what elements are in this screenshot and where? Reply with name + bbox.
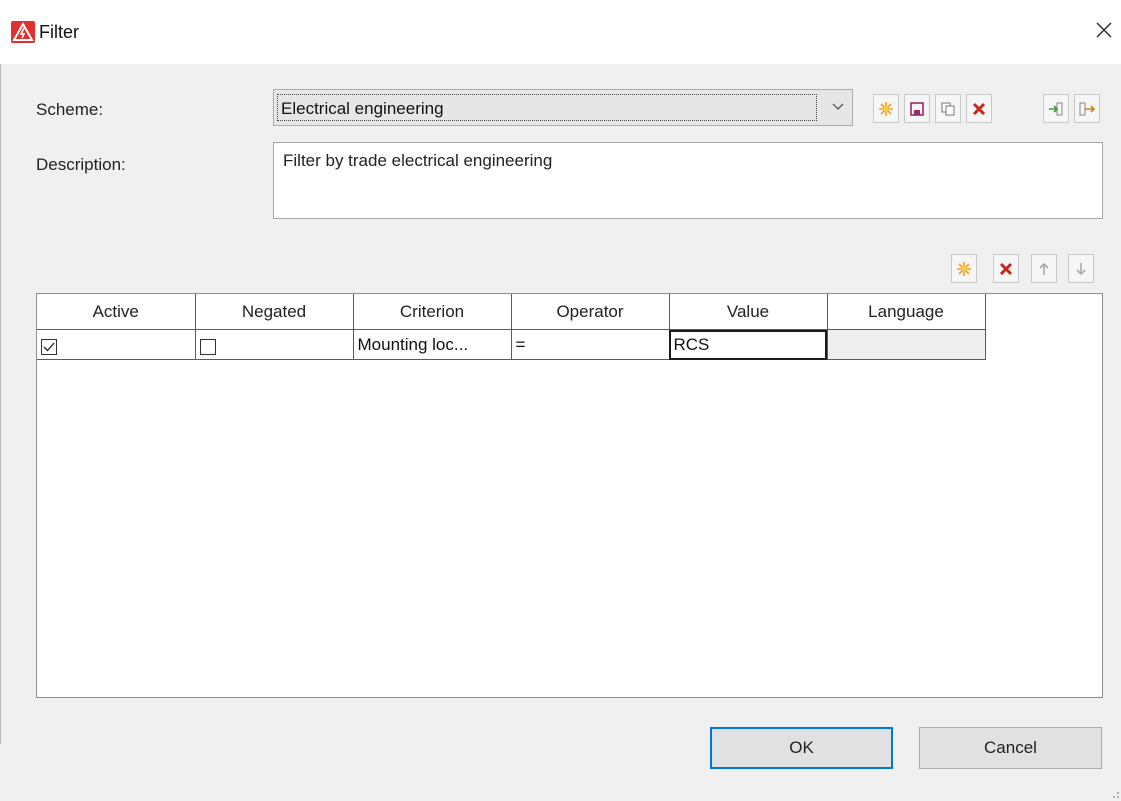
move-up-button[interactable] bbox=[1031, 254, 1057, 283]
criterion-cell[interactable]: Mounting loc... bbox=[353, 329, 512, 360]
description-field[interactable]: Filter by trade electrical engineering bbox=[273, 142, 1103, 219]
import-icon bbox=[1049, 102, 1063, 115]
description-label: Description: bbox=[36, 155, 126, 174]
active-checkbox[interactable] bbox=[41, 338, 57, 355]
description-text: Filter by trade electrical engineering bbox=[283, 151, 553, 170]
new-icon bbox=[879, 101, 893, 116]
delete-scheme-button[interactable] bbox=[966, 94, 992, 123]
export-icon bbox=[1079, 102, 1095, 115]
scheme-selected-value: Electrical engineering bbox=[277, 94, 817, 121]
negated-checkbox[interactable] bbox=[199, 338, 216, 355]
checkmark-icon bbox=[43, 342, 55, 351]
grid-header-row: Active Negated Criterion Operator Value … bbox=[37, 294, 986, 330]
copy-scheme-button[interactable] bbox=[935, 94, 961, 123]
add-criterion-button[interactable] bbox=[951, 254, 977, 283]
column-header-negated[interactable]: Negated bbox=[195, 294, 354, 330]
close-icon[interactable] bbox=[1093, 19, 1115, 41]
column-header-value[interactable]: Value bbox=[669, 294, 828, 330]
move-up-icon bbox=[1039, 262, 1049, 275]
move-down-button[interactable] bbox=[1068, 254, 1094, 283]
move-down-icon bbox=[1076, 262, 1086, 275]
app-icon bbox=[11, 21, 35, 43]
cancel-button[interactable]: Cancel bbox=[919, 727, 1102, 769]
language-cell[interactable] bbox=[827, 329, 986, 360]
operator-cell[interactable]: = bbox=[511, 329, 670, 360]
scheme-label: Scheme: bbox=[36, 100, 104, 119]
copy-icon bbox=[941, 102, 955, 115]
chevron-down-icon[interactable] bbox=[831, 102, 845, 112]
save-icon bbox=[910, 101, 924, 116]
criteria-table: Active Negated Criterion Operator Value … bbox=[37, 294, 986, 360]
ok-button[interactable]: OK bbox=[710, 727, 893, 769]
column-header-operator[interactable]: Operator bbox=[511, 294, 670, 330]
new-icon bbox=[957, 261, 971, 276]
window-title: Filter bbox=[39, 22, 79, 42]
column-header-language[interactable]: Language bbox=[827, 294, 986, 330]
column-header-criterion[interactable]: Criterion bbox=[353, 294, 512, 330]
value-cell[interactable]: RCS bbox=[669, 329, 828, 360]
column-header-active[interactable]: Active bbox=[37, 294, 196, 330]
title-bar: Filter bbox=[0, 0, 1121, 64]
delete-icon bbox=[999, 262, 1013, 275]
save-scheme-button[interactable] bbox=[904, 94, 930, 123]
table-row[interactable]: Mounting loc... = RCS bbox=[37, 329, 986, 360]
scheme-dropdown[interactable]: Electrical engineering bbox=[273, 89, 853, 126]
delete-icon bbox=[972, 102, 986, 115]
negated-cell[interactable] bbox=[195, 329, 354, 360]
window-border bbox=[0, 64, 1, 744]
active-cell[interactable] bbox=[37, 329, 196, 360]
resize-grip-icon[interactable] bbox=[1108, 787, 1120, 799]
criteria-grid[interactable]: Active Negated Criterion Operator Value … bbox=[36, 293, 1103, 698]
delete-criterion-button[interactable] bbox=[993, 254, 1019, 283]
new-scheme-button[interactable] bbox=[873, 94, 899, 123]
export-scheme-button[interactable] bbox=[1074, 94, 1100, 123]
import-scheme-button[interactable] bbox=[1043, 94, 1069, 123]
